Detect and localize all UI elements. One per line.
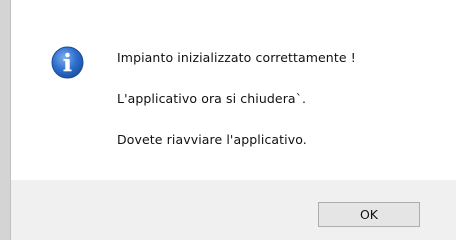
window-left-border [0, 0, 11, 240]
message-dialog: Impianto inizializzato correttamente ! L… [0, 0, 456, 240]
dialog-content: Impianto inizializzato correttamente ! L… [11, 0, 456, 180]
ok-button[interactable]: OK [318, 202, 420, 227]
message-line-3: Dovete riavviare l'applicativo. [117, 132, 307, 147]
dialog-footer: OK [11, 180, 456, 240]
message-line-2: L'applicativo ora si chiudera`. [117, 91, 307, 106]
message-line-1: Impianto inizializzato correttamente ! [117, 50, 356, 65]
info-icon [51, 46, 84, 79]
